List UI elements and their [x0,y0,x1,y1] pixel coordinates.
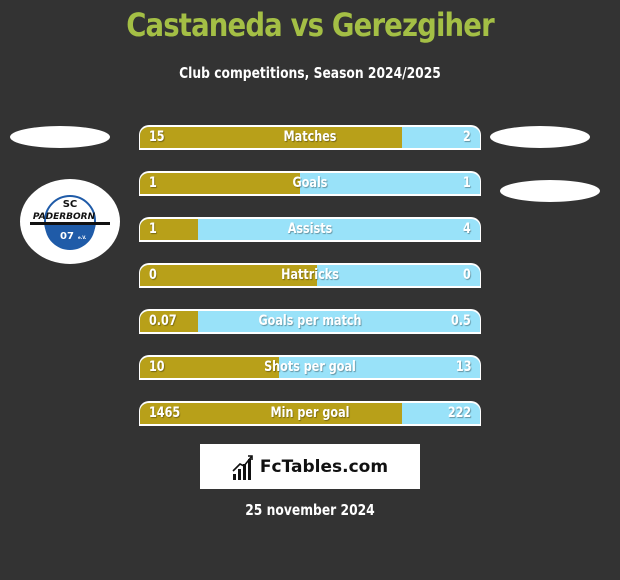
stat-label: Assists [287,221,333,237]
left-value: 15 [149,129,165,145]
stat-bar-min-per-goal: 1465 Min per goal 222 [139,401,481,426]
fctables-brand-banner[interactable]: FcTables.com [200,444,420,489]
left-team-logo: SC PADERBORN 07 e.V. [20,179,120,264]
left-player-image-placeholder [10,126,110,148]
stat-label: Goals [292,175,328,191]
right-value: 2 [463,129,471,145]
brand-name: FcTables.com [259,456,389,477]
right-player-image-placeholder [490,126,590,148]
sc-paderborn-crest-icon: SC PADERBORN 07 e.V. [30,195,110,250]
bar-chart-trend-icon [232,454,253,480]
right-team-logo-placeholder [500,180,600,202]
left-value: 1 [149,221,157,237]
right-value: 13 [455,359,471,375]
left-value: 1 [149,175,157,191]
stat-label: Hattricks [281,267,339,283]
right-value: 1 [463,175,471,191]
competition-subtitle: Club competitions, Season 2024/2025 [179,64,441,82]
stat-bar-assists: 1 Assists 4 [139,217,481,242]
logo-text-ev: e.V. [78,235,87,240]
stat-label: Min per goal [270,405,350,421]
stat-bar-goals-per-match: 0.07 Goals per match 0.5 [139,309,481,334]
logo-text-sc: SC [63,199,78,210]
left-value: 10 [149,359,165,375]
stat-bar-matches: 15 Matches 2 [139,125,481,150]
page-title: Castaneda vs Gerezgiher [126,6,494,44]
stat-label: Shots per goal [264,359,356,375]
stat-label: Matches [283,129,337,145]
logo-text-paderborn: PADERBORN [33,212,96,222]
report-date: 25 november 2024 [245,501,375,519]
left-value: 0 [149,267,157,283]
left-value: 0.07 [149,313,177,329]
right-value: 222 [447,405,471,421]
stat-bar-goals: 1 Goals 1 [139,171,481,196]
stat-bar-shots-per-goal: 10 Shots per goal 13 [139,355,481,380]
stat-bar-hattricks: 0 Hattricks 0 [139,263,481,288]
logo-text-07: 07 [60,231,74,242]
right-value: 0 [463,267,471,283]
right-value: 0.5 [451,313,471,329]
stat-label: Goals per match [258,313,362,329]
right-value: 4 [463,221,471,237]
